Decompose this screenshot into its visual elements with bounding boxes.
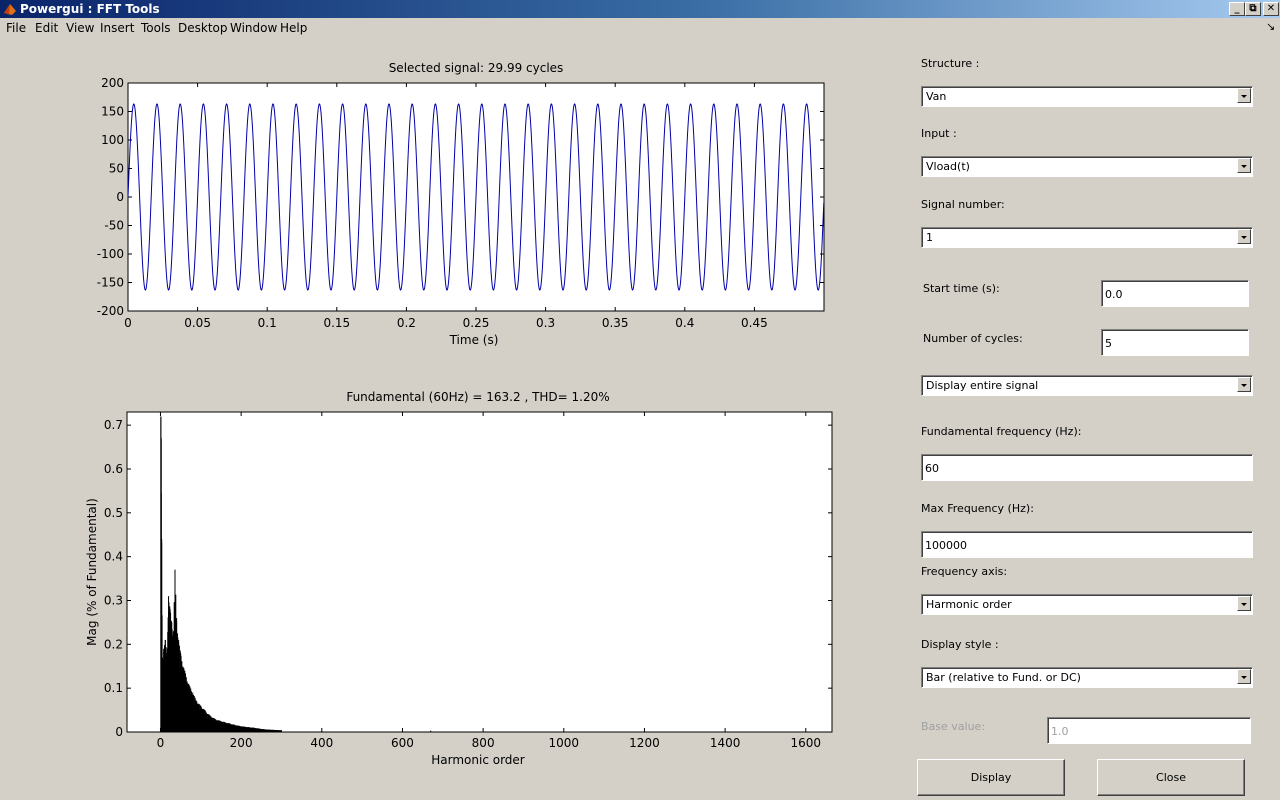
spectrum-y-tick-label: 0.2	[104, 637, 123, 651]
spectrum-x-tick-label: 1400	[710, 736, 741, 750]
dock-arrow-icon[interactable]: ↘	[1266, 20, 1275, 33]
chevron-down-icon[interactable]	[1237, 88, 1251, 103]
spectrum-x-tick-label: 1200	[629, 736, 660, 750]
start-time-label: Start time (s):	[923, 282, 1000, 295]
input-label: Input :	[921, 127, 957, 140]
spectrum-x-tick-label: 1600	[791, 736, 822, 750]
minimize-button[interactable]: _	[1229, 2, 1245, 16]
display-style-dropdown[interactable]: Bar (relative to Fund. or DC)	[921, 667, 1253, 688]
spectrum-y-tick-label: 0.5	[104, 506, 123, 520]
spectrum-y-tick-label: 0.7	[104, 418, 123, 432]
spectrum-y-tick-label: 0.1	[104, 681, 123, 695]
chevron-down-icon[interactable]	[1237, 229, 1251, 244]
spectrum-x-tick-label: 600	[391, 736, 414, 750]
spectrum-y-tick-label: 0	[115, 725, 123, 739]
max-frequency-label: Max Frequency (Hz):	[921, 502, 1034, 515]
spectrum-x-tick-label: 400	[310, 736, 333, 750]
spectrum-y-tick-label: 0.4	[104, 550, 123, 564]
spectrum-y-tick-label: 0.3	[104, 593, 123, 607]
frequency-axis-dropdown[interactable]: Harmonic order	[921, 594, 1253, 615]
base-value-label: Base value:	[921, 720, 986, 733]
display-style-label: Display style :	[921, 638, 999, 651]
spectrum-y-axis-label: Mag (% of Fundamental)	[85, 498, 99, 646]
max-frequency-field[interactable]: 100000	[921, 531, 1253, 558]
chevron-down-icon[interactable]	[1237, 596, 1251, 611]
signal-number-dropdown[interactable]: 1	[921, 227, 1253, 248]
start-time-field[interactable]: 0.0	[1101, 280, 1249, 307]
input-dropdown[interactable]: Vload(t)	[921, 156, 1253, 177]
spectrum-x-axis-label: Harmonic order	[431, 753, 525, 767]
chevron-down-icon[interactable]	[1237, 669, 1251, 684]
chevron-down-icon[interactable]	[1237, 158, 1251, 173]
close-button[interactable]: Close	[1097, 759, 1245, 796]
signal-number-label: Signal number:	[921, 198, 1005, 211]
chevron-down-icon[interactable]	[1237, 377, 1251, 392]
close-window-button[interactable]: ✕	[1263, 2, 1279, 16]
spectrum-x-tick-label: 1000	[549, 736, 580, 750]
display-button[interactable]: Display	[917, 759, 1065, 796]
fundamental-frequency-field[interactable]: 60	[921, 454, 1253, 481]
frequency-axis-label: Frequency axis:	[921, 565, 1008, 578]
spectrum-x-tick-label: 0	[157, 736, 165, 750]
number-of-cycles-label: Number of cycles:	[923, 332, 1023, 345]
structure-label: Structure :	[921, 57, 980, 70]
fundamental-frequency-label: Fundamental frequency (Hz):	[921, 425, 1082, 438]
spectrum-x-tick-label: 200	[230, 736, 253, 750]
restore-button[interactable]: ⧉	[1245, 2, 1261, 16]
number-of-cycles-field[interactable]: 5	[1101, 329, 1249, 356]
base-value-field: 1.0	[1047, 717, 1251, 744]
display-mode-dropdown[interactable]: Display entire signal	[921, 375, 1253, 396]
spectrum-plot: 0.7 0.6 0.5 0.4 0.3 0.2 0.1 0 0 200 400 600 800 1000…	[85, 411, 833, 767]
structure-dropdown[interactable]: Van	[921, 86, 1253, 107]
spectrum-x-tick-label: 800	[472, 736, 495, 750]
spectrum-y-tick-label: 0.6	[104, 462, 123, 476]
